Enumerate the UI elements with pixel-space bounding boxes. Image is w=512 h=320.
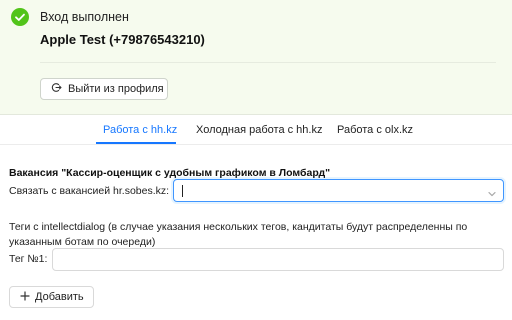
logout-button-label: Выйти из профиля xyxy=(68,83,164,95)
tags-description: Теги с intellectdialog (в случае указани… xyxy=(9,221,468,248)
banner-divider xyxy=(40,62,496,63)
tag-1-input[interactable] xyxy=(52,248,504,271)
logout-icon xyxy=(51,82,62,96)
login-success-banner: Вход выполнен Apple Test (+79876543210) … xyxy=(0,0,512,115)
login-status-text: Вход выполнен xyxy=(40,10,129,24)
vacancy-title: Вакансия "Кассир-оценщик с удобным графи… xyxy=(9,167,331,179)
vacancy-link-label: Связать с вакансией hr.sobes.kz: xyxy=(9,185,170,197)
tab-cold-hh-kz[interactable]: Холодная работа с hh.kz xyxy=(196,124,322,136)
tab-hh-kz[interactable]: Работа с hh.kz xyxy=(103,124,177,136)
check-circle-icon xyxy=(11,8,29,26)
vacancy-link-select[interactable] xyxy=(173,179,504,202)
tag-1-label: Тег №1: xyxy=(9,253,48,265)
chevron-down-icon xyxy=(487,186,497,204)
plus-icon xyxy=(20,290,30,304)
logout-button[interactable]: Выйти из профиля xyxy=(40,78,168,100)
add-tag-label: Добавить xyxy=(35,291,84,303)
add-tag-button[interactable]: Добавить xyxy=(9,286,94,308)
tab-olx-kz[interactable]: Работа с olx.kz xyxy=(337,124,413,136)
text-cursor xyxy=(182,185,183,197)
active-tab-indicator xyxy=(96,142,176,144)
tab-bar: Работа с hh.kz Холодная работа с hh.kz Р… xyxy=(0,115,512,145)
user-name: Apple Test (+79876543210) xyxy=(40,32,205,47)
